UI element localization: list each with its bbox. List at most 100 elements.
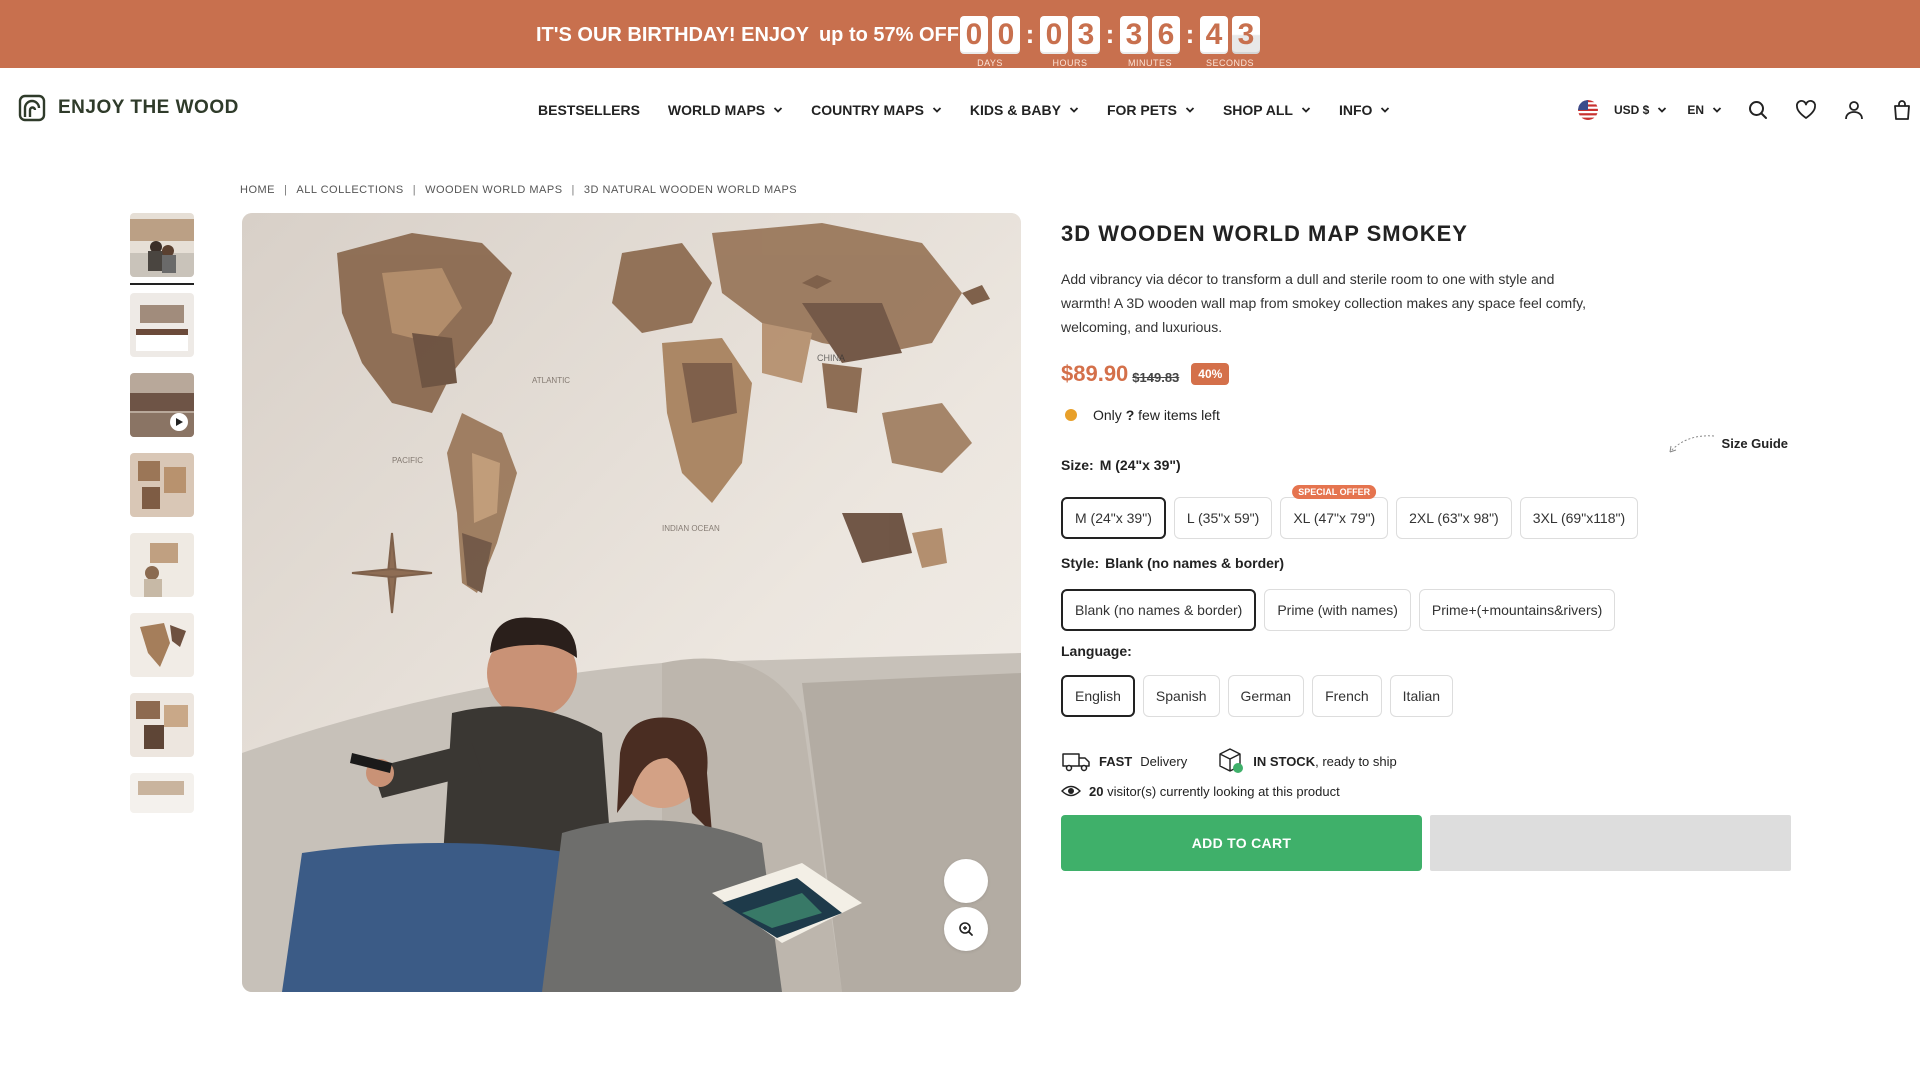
- size-option-label: XL (47"x 79"): [1293, 510, 1376, 526]
- breadcrumb: HOME | ALL COLLECTIONS | WOODEN WORLD MA…: [240, 184, 797, 196]
- stock-status: Only ? few items left: [1061, 407, 1791, 423]
- play-icon: [170, 413, 188, 431]
- add-to-cart-button[interactable]: ADD TO CART: [1061, 815, 1422, 871]
- special-offer-badge: SPECIAL OFFER: [1292, 485, 1377, 499]
- stock-count: ?: [1125, 407, 1135, 423]
- timer-digit: 3: [1120, 16, 1148, 54]
- chevron-down-icon: [1658, 107, 1667, 113]
- wishlist-heart-icon[interactable]: [1794, 98, 1818, 122]
- timer-label: MINUTES: [1128, 58, 1172, 68]
- timer-digit: 0: [960, 16, 988, 54]
- in-stock-feature: IN STOCK, ready to ship: [1217, 747, 1397, 775]
- style-option-blank[interactable]: Blank (no names & border): [1061, 589, 1257, 631]
- thumbnail-1[interactable]: [130, 213, 194, 285]
- promo-offer-text: up to 57% OFF: [818, 24, 959, 46]
- svg-text:PACIFIC: PACIFIC: [392, 456, 423, 465]
- timer-digit: 0: [992, 16, 1020, 54]
- thumbnail-image: [130, 533, 194, 597]
- nav-country-maps[interactable]: COUNTRY MAPS: [811, 102, 942, 118]
- zoom-button[interactable]: [944, 907, 988, 951]
- size-option-l[interactable]: L (35"x 59"): [1173, 497, 1273, 539]
- promo-main-text: IT'S OUR BIRTHDAY! ENJOY: [536, 24, 809, 46]
- thumbnail-5[interactable]: [130, 533, 194, 597]
- breadcrumb-separator: |: [571, 184, 575, 196]
- timer-digit: 0: [1040, 16, 1068, 54]
- size-guide-link[interactable]: Size Guide: [1666, 432, 1788, 454]
- thumbnail-6[interactable]: [130, 613, 194, 677]
- nav-info[interactable]: INFO: [1339, 102, 1390, 118]
- instock-bold: IN STOCK: [1253, 753, 1316, 769]
- thumbnail-7[interactable]: [130, 693, 194, 757]
- account-icon[interactable]: [1842, 98, 1866, 122]
- language-selector[interactable]: EN: [1687, 103, 1722, 117]
- currency-label: USD $: [1614, 103, 1650, 117]
- language-option-english[interactable]: English: [1061, 675, 1135, 717]
- thumbnail-8[interactable]: [130, 773, 194, 813]
- delivery-truck-icon: [1062, 753, 1090, 772]
- timer-seconds: 4 3 SECONDS: [1200, 16, 1260, 68]
- curved-arrow-icon: [1669, 435, 1714, 453]
- thumbnail-3-video[interactable]: [130, 373, 194, 437]
- product-description: Add vibrancy via décor to transform a du…: [1061, 271, 1586, 335]
- timer-days: 0 0 DAYS: [960, 16, 1020, 68]
- cart-bag-icon[interactable]: [1890, 98, 1914, 122]
- style-option-prime-plus[interactable]: Prime+(+mountains&rivers): [1418, 589, 1616, 631]
- search-icon[interactable]: [1746, 98, 1770, 122]
- currency-selector[interactable]: USD $: [1578, 100, 1667, 120]
- size-option-xl[interactable]: SPECIAL OFFER XL (47"x 79"): [1280, 485, 1389, 539]
- breadcrumb-home[interactable]: HOME: [240, 184, 275, 196]
- breadcrumb-3d-natural-maps[interactable]: 3D NATURAL WOODEN WORLD MAPS: [584, 184, 797, 196]
- thumbnail-image: [130, 453, 194, 517]
- thumbnail-image: [130, 613, 194, 677]
- language-option-spanish[interactable]: Spanish: [1142, 675, 1220, 717]
- nav-kids-baby[interactable]: KIDS & BABY: [970, 102, 1079, 118]
- fast-delivery: FAST Delivery: [1061, 749, 1187, 773]
- svg-text:CHINA: CHINA: [817, 353, 845, 363]
- instock-text: , ready to ship: [1315, 753, 1397, 769]
- visitors-text: visitor(s) currently looking at this pro…: [1107, 783, 1340, 799]
- nav-world-maps[interactable]: WORLD MAPS: [668, 102, 783, 118]
- thumbnail-2[interactable]: [130, 293, 194, 357]
- secondary-buy-button[interactable]: [1430, 815, 1791, 871]
- nav-label: SHOP ALL: [1222, 102, 1293, 118]
- size-option-2xl[interactable]: 2XL (63"x 98"): [1396, 497, 1512, 539]
- main-product-image[interactable]: CHINA ATLANTIC INDIAN OCEAN PACIFIC: [242, 213, 1021, 992]
- size-guide-label: Size Guide: [1721, 435, 1788, 451]
- visitors-count: 20: [1089, 783, 1104, 799]
- size-option-m[interactable]: M (24"x 39"): [1061, 497, 1166, 539]
- language-option-german[interactable]: German: [1227, 675, 1305, 717]
- promo-text: IT'S OUR BIRTHDAY! ENJOY up to 57% OFF: [536, 24, 959, 47]
- thumbnail-4[interactable]: [130, 453, 194, 517]
- nav-bestsellers[interactable]: BESTSELLERS: [538, 102, 640, 118]
- style-option-prime[interactable]: Prime (with names): [1264, 589, 1411, 631]
- logo-text: ENJOY THE WOOD: [58, 97, 239, 118]
- size-option-3xl[interactable]: 3XL (69"x118"): [1519, 497, 1639, 539]
- svg-text:INDIAN OCEAN: INDIAN OCEAN: [662, 524, 720, 533]
- breadcrumb-all-collections[interactable]: ALL COLLECTIONS: [296, 184, 403, 196]
- language-option-italian[interactable]: Italian: [1389, 675, 1454, 717]
- nav-for-pets[interactable]: FOR PETS: [1107, 102, 1195, 118]
- size-option-group: Size: M (24"x 39") M (24"x 39") L (35"x 5…: [1061, 457, 1791, 539]
- discount-badge: 40%: [1191, 363, 1230, 385]
- site-logo[interactable]: ENJOY THE WOOD: [18, 94, 239, 122]
- product-info: 3D WOODEN WORLD MAP SMOKEY Add vibrancy …: [1061, 213, 1791, 871]
- thumbnail-image: [130, 213, 194, 277]
- main-nav: BESTSELLERS WORLD MAPS COUNTRY MAPS KIDS…: [538, 102, 1390, 118]
- stock-suffix: few items left: [1138, 407, 1220, 423]
- chevron-down-icon: [1185, 107, 1195, 113]
- nav-label: WORLD MAPS: [667, 102, 766, 118]
- svg-text:ATLANTIC: ATLANTIC: [532, 376, 570, 385]
- eye-icon: [1061, 785, 1081, 797]
- logo-icon: [18, 94, 46, 122]
- nav-label: BESTSELLERS: [538, 102, 640, 118]
- thumbnail-gallery: [130, 213, 194, 829]
- chevron-down-icon: [1069, 107, 1079, 113]
- site-header: ENJOY THE WOOD BESTSELLERS WORLD MAPS CO…: [0, 68, 1920, 154]
- language-option-french[interactable]: French: [1312, 675, 1382, 717]
- nav-shop-all[interactable]: SHOP ALL: [1223, 102, 1311, 118]
- chevron-down-icon: [1301, 107, 1311, 113]
- timer-label: SECONDS: [1205, 58, 1254, 68]
- image-nav-button[interactable]: [944, 859, 988, 903]
- delivery-bold: FAST: [1099, 753, 1133, 769]
- breadcrumb-wooden-world-maps[interactable]: WOODEN WORLD MAPS: [425, 184, 562, 196]
